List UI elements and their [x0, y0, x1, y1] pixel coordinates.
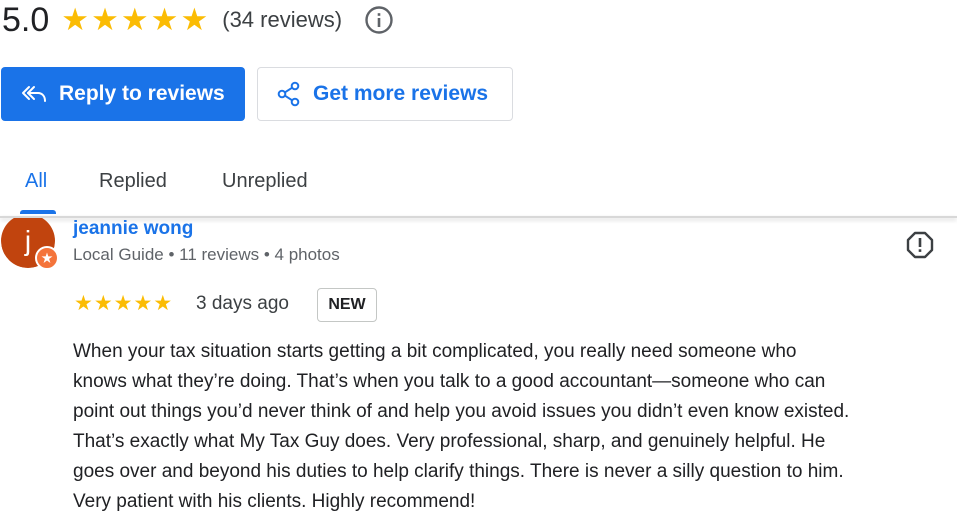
active-tab-indicator: [20, 210, 56, 214]
review-text-line: When your tax situation starts getting a…: [73, 341, 797, 362]
avatar[interactable]: j: [1, 218, 59, 270]
review-count: (34 reviews): [222, 7, 343, 32]
review-text-line: point out things you’d never think of an…: [73, 401, 850, 422]
rating-stars: ★ ★ ★ ★ ★: [61, 0, 210, 40]
star-icon: ★: [133, 292, 153, 315]
new-badge: NEW: [317, 288, 377, 322]
review-text: When your tax situation starts getting a…: [73, 337, 957, 517]
get-more-button-label: Get more reviews: [313, 82, 489, 105]
review-text-line: goes over and beyond his duties to help …: [73, 461, 844, 482]
review-text-line: Very patient with his clients. Highly re…: [73, 491, 476, 512]
star-icon: ★: [93, 292, 113, 315]
star-icon: ★: [150, 2, 179, 37]
review-text-line: That’s exactly what My Tax Guy does. Ver…: [73, 431, 826, 452]
review-author[interactable]: jeannie wong: [73, 218, 193, 240]
review-text-line: knows what they’re doing. That’s when yo…: [73, 371, 826, 392]
star-icon: ★: [153, 292, 173, 315]
star-icon: ★: [91, 2, 119, 37]
info-icon[interactable]: [364, 5, 394, 35]
tab-unreplied[interactable]: Unreplied: [222, 170, 308, 193]
reply-to-reviews-button[interactable]: Reply to reviews: [1, 67, 245, 121]
local-guide-badge-icon: [35, 246, 59, 270]
tab-all[interactable]: All: [25, 170, 47, 193]
reply-all-icon: [21, 84, 47, 104]
share-icon: [277, 81, 301, 107]
review-filter-tabs: All Replied Unreplied: [0, 150, 957, 216]
star-icon: ★: [61, 2, 90, 37]
review-date: 3 days ago: [196, 293, 289, 314]
reply-button-label: Reply to reviews: [59, 82, 225, 105]
star-icon: ★: [180, 2, 209, 37]
author-meta: Local Guide • 11 reviews • 4 photos: [73, 245, 340, 264]
star-icon: ★: [74, 292, 93, 315]
get-more-reviews-button[interactable]: Get more reviews: [257, 67, 513, 121]
rating-summary: 5.0 ★ ★ ★ ★ ★ (34 reviews): [0, 0, 394, 40]
star-icon: ★: [113, 292, 133, 315]
average-rating: 5.0: [2, 1, 50, 39]
review-stars: ★ ★ ★ ★ ★: [74, 291, 173, 317]
report-review-icon[interactable]: [905, 230, 935, 260]
star-icon: ★: [120, 2, 149, 37]
tab-replied[interactable]: Replied: [99, 170, 167, 193]
